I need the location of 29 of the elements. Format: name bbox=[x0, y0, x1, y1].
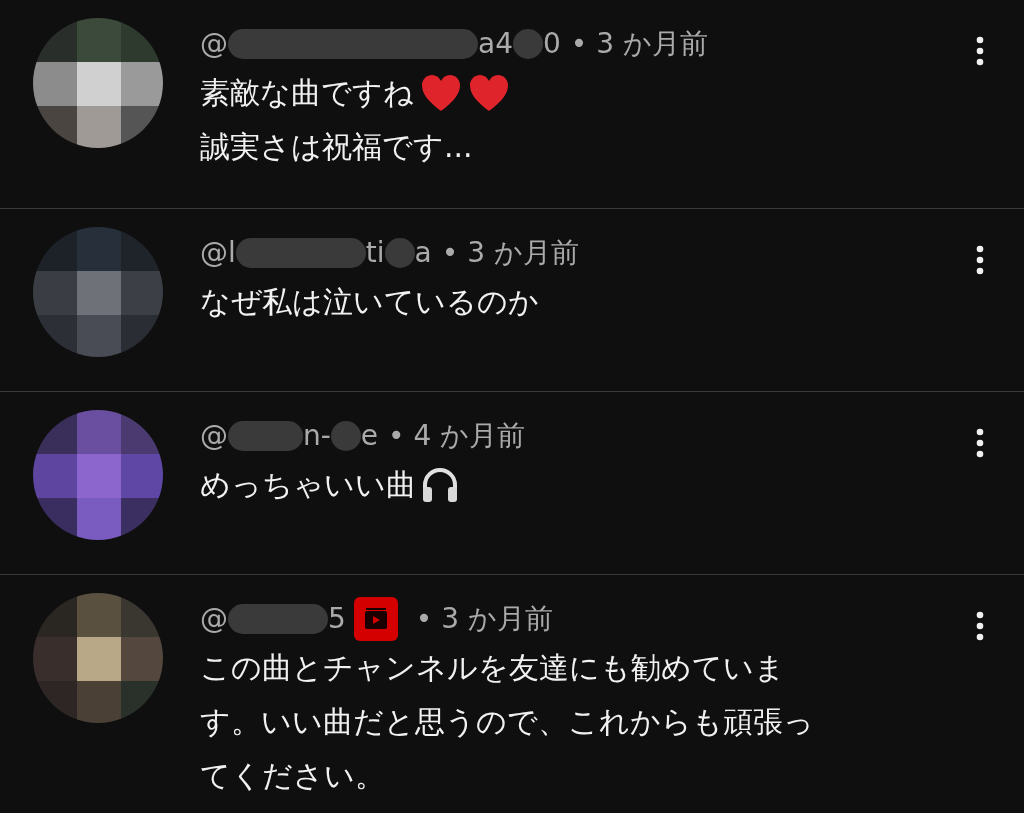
redaction-blur bbox=[513, 29, 543, 59]
more-options-icon[interactable] bbox=[976, 611, 984, 641]
comment-text: 誠実さは祝福です... bbox=[200, 128, 473, 166]
more-options-icon[interactable] bbox=[976, 428, 984, 458]
username-text: @ bbox=[200, 418, 228, 454]
username-text: @ bbox=[200, 601, 228, 637]
username-text: e bbox=[360, 418, 379, 454]
more-options-icon[interactable] bbox=[976, 36, 984, 66]
username-text: n- bbox=[303, 418, 331, 454]
username-text: a bbox=[414, 235, 432, 271]
username-text: 5 bbox=[328, 601, 346, 637]
username-text: ti bbox=[365, 235, 385, 271]
comment-text: この曲とチャンネルを友達にも勧めていま bbox=[200, 649, 785, 687]
comment-time: • 3 か月前 bbox=[441, 235, 579, 271]
comment-time: • 4 か月前 bbox=[388, 418, 526, 454]
comment-text: す。いい曲だと思うので、これからも頑張っ bbox=[200, 703, 814, 741]
username-text: a4 bbox=[478, 26, 513, 62]
username-text: @ bbox=[200, 26, 228, 62]
redaction-blur bbox=[384, 238, 415, 268]
comment-time: • 3 か月前 bbox=[415, 601, 553, 637]
more-options-icon[interactable] bbox=[976, 245, 984, 275]
comment-time: • 3 か月前 bbox=[570, 26, 708, 62]
username-text: @l bbox=[200, 235, 236, 271]
username-text: 0 bbox=[543, 26, 561, 62]
redaction-blur bbox=[330, 421, 361, 451]
comment-text: 素敵な曲ですね bbox=[200, 74, 414, 112]
comment-text: めっちゃいい曲 bbox=[200, 466, 416, 504]
comment-text: てください。 bbox=[200, 757, 385, 795]
comment-text: なぜ私は泣いているのか bbox=[200, 283, 539, 321]
